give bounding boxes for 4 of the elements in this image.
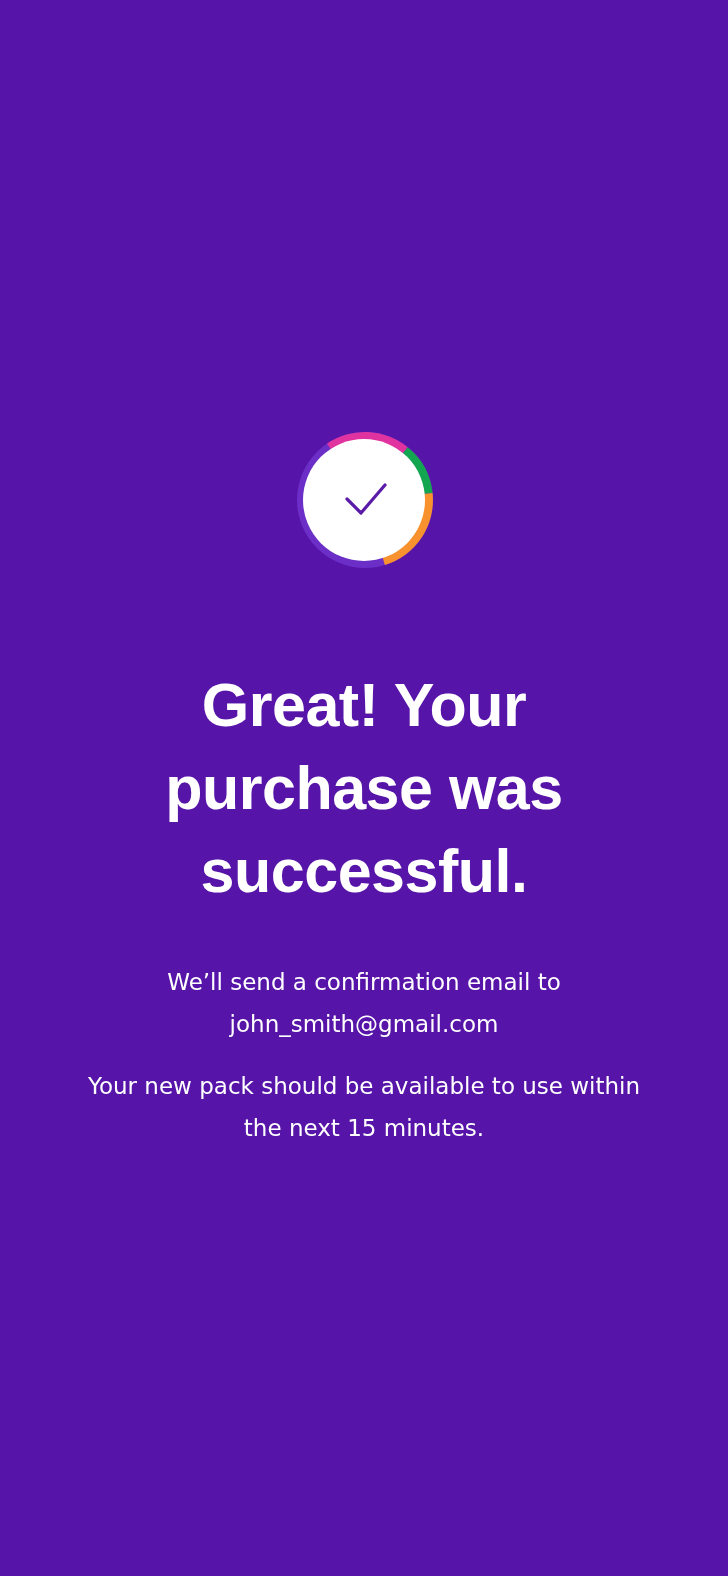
info-text: We’ll send a confirmation email to john_smith@gmail.com [166, 968, 562, 1039]
success-heading: Great! Your purchase was successful. [164, 670, 564, 907]
info-text: Your new pack should be available to use within the next 15 minutes. [86, 1072, 642, 1143]
check-circle-icon [297, 432, 433, 568]
